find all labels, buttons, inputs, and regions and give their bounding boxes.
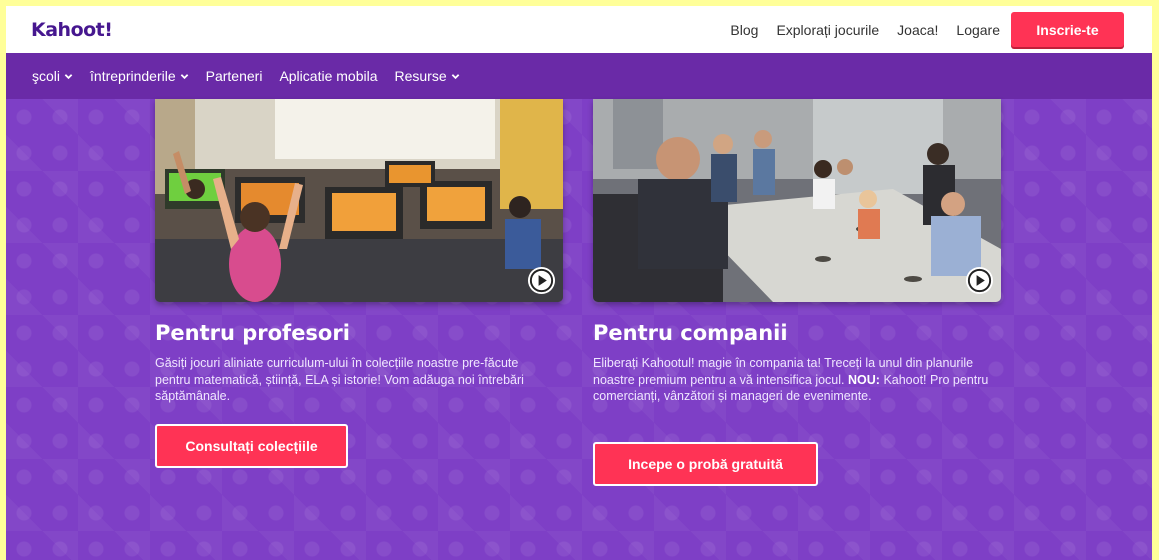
chevron-down-icon	[180, 73, 188, 79]
kahoot-logo[interactable]: Kahoot!	[31, 18, 113, 42]
play-link[interactable]: Joaca!	[897, 22, 938, 38]
teachers-description: Găsiți jocuri aliniate curriculum-ului î…	[155, 356, 524, 403]
hero-section: Pentru profesori Găsiți jocuri aliniate …	[6, 99, 1152, 560]
browse-collections-button[interactable]: Consultați colecțiile	[155, 424, 348, 468]
nav-item-label: întreprinderile	[90, 68, 176, 84]
signup-button[interactable]: Inscrie-te	[1011, 12, 1124, 47]
nav-item-label: Resurse	[394, 68, 447, 84]
top-links: Blog Explorați jocurile Joaca! Logare	[730, 6, 1000, 53]
chevron-down-icon	[451, 73, 459, 79]
top-header: Kahoot! Blog Explorați jocurile Joaca! L…	[6, 6, 1152, 54]
play-icon[interactable]	[527, 266, 556, 295]
blog-link[interactable]: Blog	[730, 22, 758, 38]
nav-item-mobile-app[interactable]: Aplicatie mobila	[279, 68, 377, 84]
browser-viewport: Kahoot! Blog Explorați jocurile Joaca! L…	[6, 6, 1152, 560]
companies-description: Eliberați Kahootul! magie în compania ta…	[593, 355, 998, 405]
start-free-trial-button[interactable]: Incepe o probă gratuită	[593, 442, 818, 486]
classroom-photo	[155, 99, 563, 302]
main-nav: şcoli întreprinderile Parteneri Aplicati…	[6, 53, 1152, 99]
nav-item-label: Parteneri	[205, 68, 263, 84]
chevron-down-icon	[64, 73, 73, 79]
nav-item-enterprises[interactable]: întreprinderile	[90, 68, 189, 84]
nav-item-label: Aplicatie mobila	[279, 68, 378, 84]
teachers-video-thumbnail[interactable]	[155, 99, 563, 302]
companies-video-thumbnail[interactable]	[593, 99, 1001, 302]
explore-games-link[interactable]: Explorați jocurile	[776, 22, 879, 38]
nav-item-label: şcoli	[32, 68, 61, 84]
play-icon[interactable]	[965, 266, 994, 295]
nav-item-resources[interactable]: Resurse	[395, 68, 460, 84]
login-link[interactable]: Logare	[956, 22, 1000, 38]
companies-title: Pentru companii	[593, 321, 788, 345]
nav-item-partners[interactable]: Parteneri	[206, 68, 263, 84]
new-label: NOU:	[848, 372, 880, 387]
nav-item-schools[interactable]: şcoli	[32, 68, 73, 84]
teachers-title: Pentru profesori	[155, 321, 350, 345]
office-photo	[593, 99, 1001, 302]
